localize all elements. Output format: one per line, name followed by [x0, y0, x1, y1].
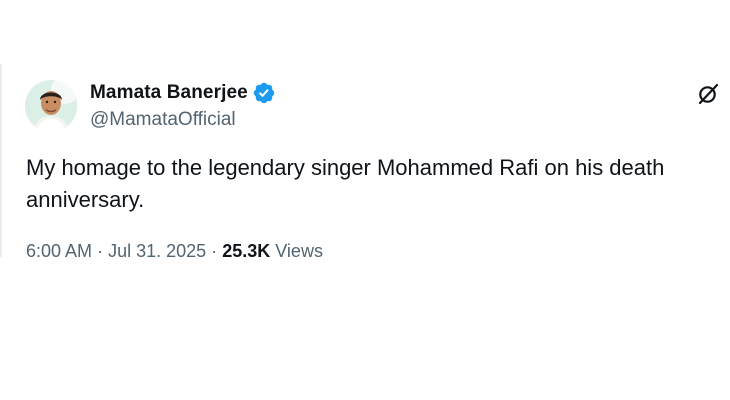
avatar[interactable]	[25, 80, 77, 132]
meta-separator: ·	[211, 241, 218, 257]
tweet-date[interactable]: Jul 31, 2025	[108, 241, 206, 257]
tweet-time[interactable]: 6:00 AM	[26, 241, 92, 257]
tweet-meta: 6:00 AM · Jul 31, 2025 · 25.3K Views	[26, 240, 323, 257]
name-row: Mamata Banerjee	[90, 78, 276, 108]
display-name[interactable]: Mamata Banerjee	[90, 82, 248, 104]
tweet-screenshot: Mamata Banerjee @MamataOfficial My homag…	[0, 0, 730, 400]
views-label: Views	[275, 241, 323, 257]
avatar-image	[25, 80, 77, 132]
views-count: 25.3K	[222, 241, 271, 257]
meta-separator: ·	[97, 241, 104, 257]
user-handle[interactable]: @MamataOfficial	[90, 109, 276, 131]
verified-badge-icon	[252, 81, 276, 105]
user-info: Mamata Banerjee @MamataOfficial	[90, 78, 276, 131]
thread-divider	[0, 64, 2, 257]
tweet-text: My homage to the legendary singer Mohamm…	[26, 155, 665, 212]
grok-icon[interactable]	[696, 82, 720, 106]
